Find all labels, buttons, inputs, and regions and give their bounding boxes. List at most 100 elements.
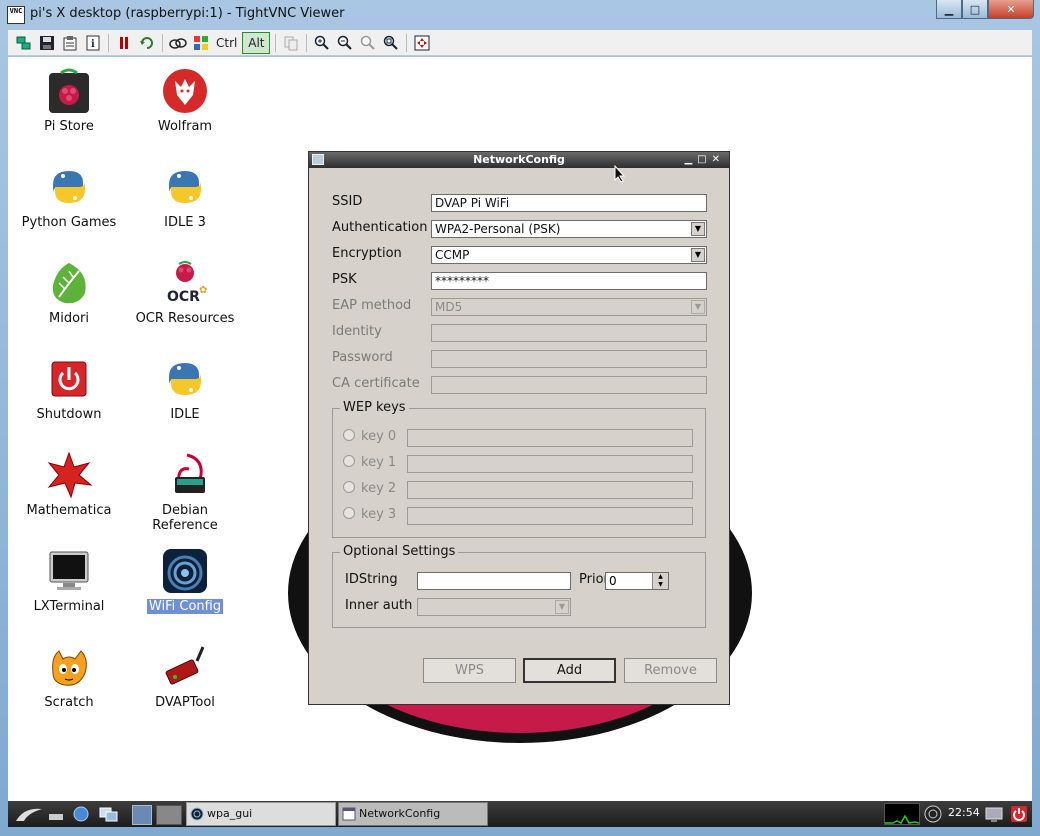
spin-arrows-icon[interactable]: ▲ ▼ xyxy=(652,573,668,589)
close-button[interactable]: ✕ xyxy=(988,0,1034,19)
wep-key-2-input[interactable] xyxy=(407,481,693,499)
add-button[interactable]: Add xyxy=(523,658,616,683)
desktop-icon-lxterminal[interactable]: LXTerminal xyxy=(14,547,124,614)
wep-key-0-input[interactable] xyxy=(407,429,693,447)
priority-spinbox[interactable]: 0 ▲ ▼ xyxy=(605,572,669,590)
chevron-down-icon[interactable]: ▼ xyxy=(691,222,705,236)
idstring-input[interactable] xyxy=(417,572,571,590)
ca-certificate-label: CA certificate xyxy=(332,376,420,391)
vnc-app-icon: VNC xyxy=(7,6,25,24)
info-icon[interactable]: i xyxy=(83,33,103,53)
options-icon[interactable] xyxy=(60,33,80,53)
network-config-dialog: NetworkConfig ▁□✕ SSID DVAP Pi WiFi Auth… xyxy=(308,151,730,705)
ctrl-key-button[interactable]: Ctrl xyxy=(214,33,239,53)
ca-certificate-input[interactable] xyxy=(431,376,707,394)
desktop-icon-label: IDLE xyxy=(170,407,200,422)
menu-icon[interactable] xyxy=(14,805,44,823)
desktop-icon-dvaptool[interactable]: DVAPTool xyxy=(130,643,240,710)
psk-input[interactable]: ********* xyxy=(431,272,707,290)
desktop-icon-midori[interactable]: Midori xyxy=(14,259,124,326)
remove-button[interactable]: Remove xyxy=(624,658,717,683)
ssid-input[interactable]: DVAP Pi WiFi xyxy=(431,194,707,212)
authentication-select[interactable]: WPA2-Personal (PSK) ▼ xyxy=(431,220,707,238)
browser-icon[interactable] xyxy=(72,805,90,823)
dvaptool-icon xyxy=(161,643,209,691)
svg-text:OCR: OCR xyxy=(167,289,200,305)
identity-input[interactable] xyxy=(431,324,707,342)
desktop-icon-pi-store[interactable]: Pi Store xyxy=(14,67,124,134)
zoom-out-icon[interactable] xyxy=(335,33,355,53)
save-icon[interactable] xyxy=(37,33,57,53)
wep-key-3-input[interactable] xyxy=(407,507,693,525)
desktop-icon-python-games[interactable]: Python Games xyxy=(14,163,124,230)
desktop-icon-mathematica[interactable]: Mathematica xyxy=(14,451,124,518)
windows-icon[interactable] xyxy=(98,805,120,823)
pause-icon[interactable] xyxy=(114,33,134,53)
wep-key-0-radio[interactable]: key 0 xyxy=(343,429,396,444)
shutdown-icon xyxy=(45,355,93,403)
zoom-100-icon[interactable] xyxy=(358,33,378,53)
screen-lock-icon[interactable] xyxy=(984,805,1004,823)
desktop-icon-debian-reference[interactable]: Debian Reference xyxy=(130,451,240,533)
zoom-fit-icon[interactable] xyxy=(381,33,401,53)
alt-key-button[interactable]: Alt xyxy=(242,31,271,54)
cpu-monitor xyxy=(884,803,920,825)
wep-key-1-input[interactable] xyxy=(407,455,693,473)
fullscreen-icon[interactable] xyxy=(412,33,432,53)
maximize-button[interactable]: □ xyxy=(962,0,988,19)
ocr-resources-icon: OCR ✿ xyxy=(161,259,209,307)
desktop-icon-label: Midori xyxy=(49,311,89,326)
minimize-button[interactable]: ▁ xyxy=(936,0,962,19)
desktop-icon-idle3[interactable]: IDLE 3 xyxy=(130,163,240,230)
zoom-in-icon[interactable] xyxy=(312,33,332,53)
wep-key-3-radio[interactable]: key 3 xyxy=(343,507,396,522)
password-input[interactable] xyxy=(431,350,707,368)
encryption-select[interactable]: CCMP ▼ xyxy=(431,246,707,264)
midori-icon xyxy=(45,259,93,307)
wep-key-2-radio[interactable]: key 2 xyxy=(343,481,396,496)
clock[interactable]: 22:54 xyxy=(948,806,980,819)
transfer-files-icon[interactable] xyxy=(281,33,301,53)
eap-method-select[interactable]: MD5 ▼ xyxy=(431,298,707,316)
desktop-icon-wolfram[interactable]: Wolfram xyxy=(130,67,240,134)
dialog-minimize-icon[interactable]: ▁ xyxy=(684,154,697,165)
chevron-down-icon[interactable]: ▼ xyxy=(691,300,705,314)
task-wpa-gui[interactable]: wpa_gui xyxy=(186,802,336,826)
encryption-label: Encryption xyxy=(332,246,402,261)
desktop-icon-label: OCR Resources xyxy=(135,311,235,326)
new-connection-icon[interactable] xyxy=(14,33,34,53)
inner-auth-select[interactable]: ▼ xyxy=(417,598,571,616)
desktop-icon-label: DVAPTool xyxy=(155,695,215,710)
desktop-icon-scratch[interactable]: Scratch xyxy=(14,643,124,710)
wep-key-1-radio[interactable]: key 1 xyxy=(343,455,396,470)
wps-button[interactable]: WPS xyxy=(423,658,516,683)
title-bar[interactable]: VNC pi's X desktop (raspberrypi:1) - Tig… xyxy=(0,0,1040,30)
dialog-title-bar[interactable]: NetworkConfig ▁□✕ xyxy=(309,152,729,168)
radio-icon xyxy=(343,455,355,467)
dialog-close-icon[interactable]: ✕ xyxy=(712,154,725,165)
python-games-icon xyxy=(45,163,93,211)
chevron-down-icon[interactable]: ▼ xyxy=(691,248,705,262)
file-manager-icon[interactable] xyxy=(48,805,64,823)
desktop-pager-1[interactable] xyxy=(132,805,152,825)
desktop-icon-label: Scratch xyxy=(44,695,94,710)
desktop-icon-shutdown[interactable]: Shutdown xyxy=(14,355,124,422)
desktop-icon-ocr-resources[interactable]: OCR ✿ OCR Resources xyxy=(130,259,240,326)
window-title: pi's X desktop (raspberrypi:1) - TightVN… xyxy=(30,6,345,21)
desktop-icon-wifi-config[interactable]: WiFi Config xyxy=(130,547,240,614)
remote-desktop[interactable]: Pi Store Python Games Midori Shutdown Ma… xyxy=(8,57,1032,801)
chevron-down-icon[interactable]: ▼ xyxy=(555,600,569,614)
desktop-icon-label: Shutdown xyxy=(36,407,102,422)
eap-method-value: MD5 xyxy=(435,300,463,314)
ctrl-esc-icon[interactable] xyxy=(191,33,211,53)
desktop-pager-2[interactable] xyxy=(156,805,182,825)
ctrl-alt-del-icon[interactable] xyxy=(168,33,188,53)
logout-icon[interactable] xyxy=(1010,805,1028,823)
wifi-status-icon[interactable] xyxy=(924,805,942,823)
desktop-icon-idle[interactable]: IDLE xyxy=(130,355,240,422)
dialog-maximize-icon[interactable]: □ xyxy=(697,154,711,165)
refresh-icon[interactable] xyxy=(137,33,157,53)
window-icon xyxy=(342,807,356,821)
task-network-config[interactable]: NetworkConfig xyxy=(338,802,488,826)
desktop-icon-label: Debian Reference xyxy=(152,503,218,533)
